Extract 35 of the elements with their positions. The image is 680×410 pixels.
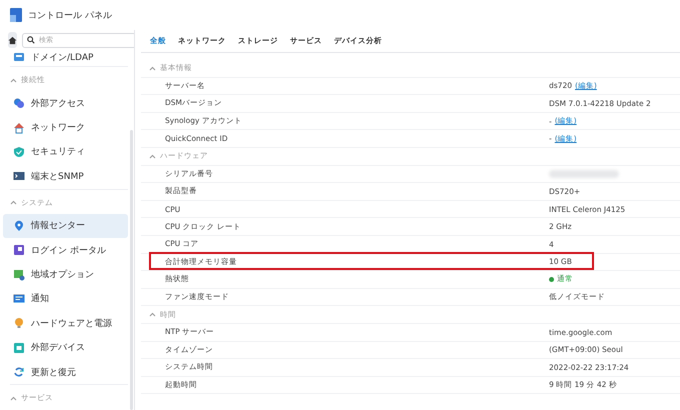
collapse-icon[interactable] [149, 66, 156, 71]
sidebar-item[interactable]: 外部デバイス [3, 336, 128, 360]
collapse-icon[interactable] [149, 312, 156, 318]
sidebar-item[interactable]: 端末とSNMP [3, 164, 128, 189]
sidebar-item[interactable]: 外部アクセス [3, 91, 128, 116]
link-icon [13, 97, 25, 110]
collapse-icon[interactable] [10, 200, 17, 206]
sidebar-item[interactable]: ドメイン/LDAP [3, 48, 128, 66]
sidebar-item[interactable]: 地域オプション [3, 262, 128, 287]
portal-icon [13, 244, 25, 256]
globe-icon [13, 268, 25, 281]
collapse-icon[interactable] [10, 396, 17, 401]
location-pin-icon [13, 220, 25, 232]
domain-icon [13, 51, 25, 63]
app-icon [10, 8, 22, 22]
terminal-icon [13, 170, 25, 182]
home-button[interactable] [8, 32, 17, 48]
window-title: コントロール パネル [28, 10, 112, 22]
message-icon [13, 292, 25, 305]
sidebar-item[interactable]: 通知 [3, 286, 128, 312]
collapse-icon[interactable] [149, 154, 156, 159]
home-icon [8, 36, 17, 44]
shield-icon [13, 146, 25, 158]
search-icon [27, 36, 35, 44]
sidebar-item[interactable]: 情報センター [3, 214, 128, 238]
sidebar-item[interactable]: ネットワーク [3, 115, 128, 140]
sidebar-item[interactable]: 更新と復元 [3, 360, 128, 384]
collapse-icon[interactable] [10, 78, 17, 82]
device-icon [13, 342, 25, 354]
house-icon [13, 122, 25, 134]
bulb-icon [13, 317, 25, 330]
sidebar-item[interactable]: セキュリティ [3, 140, 128, 164]
sidebar-item[interactable]: ハードウェアと電源 [3, 311, 128, 336]
sidebar-item[interactable]: ログイン ポータル [3, 238, 128, 262]
refresh-icon [13, 366, 25, 378]
